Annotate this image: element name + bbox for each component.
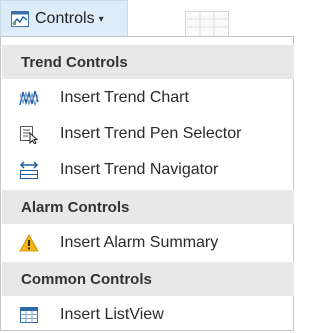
section-header-common-controls: Common Controls	[2, 262, 294, 296]
ribbon-bar: Controls ▾	[0, 0, 294, 37]
section-header-label: Alarm Controls	[21, 198, 130, 216]
section-header-label: Trend Controls	[21, 53, 128, 71]
menu-item-label: Insert Trend Pen Selector	[60, 125, 242, 142]
menu-item-insert-trend-navigator[interactable]: Insert Trend Navigator	[2, 152, 294, 188]
menu-item-label: Insert Trend Chart	[60, 89, 189, 106]
chevron-down-icon: ▾	[98, 13, 104, 25]
menu-item-insert-trend-chart[interactable]: Insert Trend Chart	[2, 80, 294, 116]
controls-dropdown-button[interactable]: Controls ▾	[0, 0, 128, 37]
menu-item-label: Insert ListView	[60, 306, 164, 323]
trend-pen-selector-icon	[19, 124, 39, 145]
controls-label: Controls	[35, 10, 95, 27]
section-header-label: Common Controls	[21, 270, 152, 288]
section-header-trend-controls: Trend Controls	[2, 45, 294, 79]
trend-navigator-icon	[19, 160, 39, 180]
section-header-alarm-controls: Alarm Controls	[2, 190, 294, 224]
menu-item-insert-trend-pen-selector[interactable]: Insert Trend Pen Selector	[2, 116, 294, 152]
listview-icon	[19, 305, 39, 325]
controls-dropdown-menu: Trend Controls Insert Trend Chart Insert…	[0, 36, 294, 331]
warning-icon	[19, 233, 39, 253]
menu-item-insert-alarm-summary[interactable]: Insert Alarm Summary	[2, 225, 294, 261]
trend-chart-icon	[19, 88, 39, 108]
menu-item-label: Insert Trend Navigator	[60, 161, 219, 178]
menu-item-label: Insert Alarm Summary	[60, 234, 219, 251]
controls-icon	[11, 11, 29, 27]
table-icon	[185, 11, 229, 37]
menu-item-insert-listview[interactable]: Insert ListView	[2, 297, 294, 333]
